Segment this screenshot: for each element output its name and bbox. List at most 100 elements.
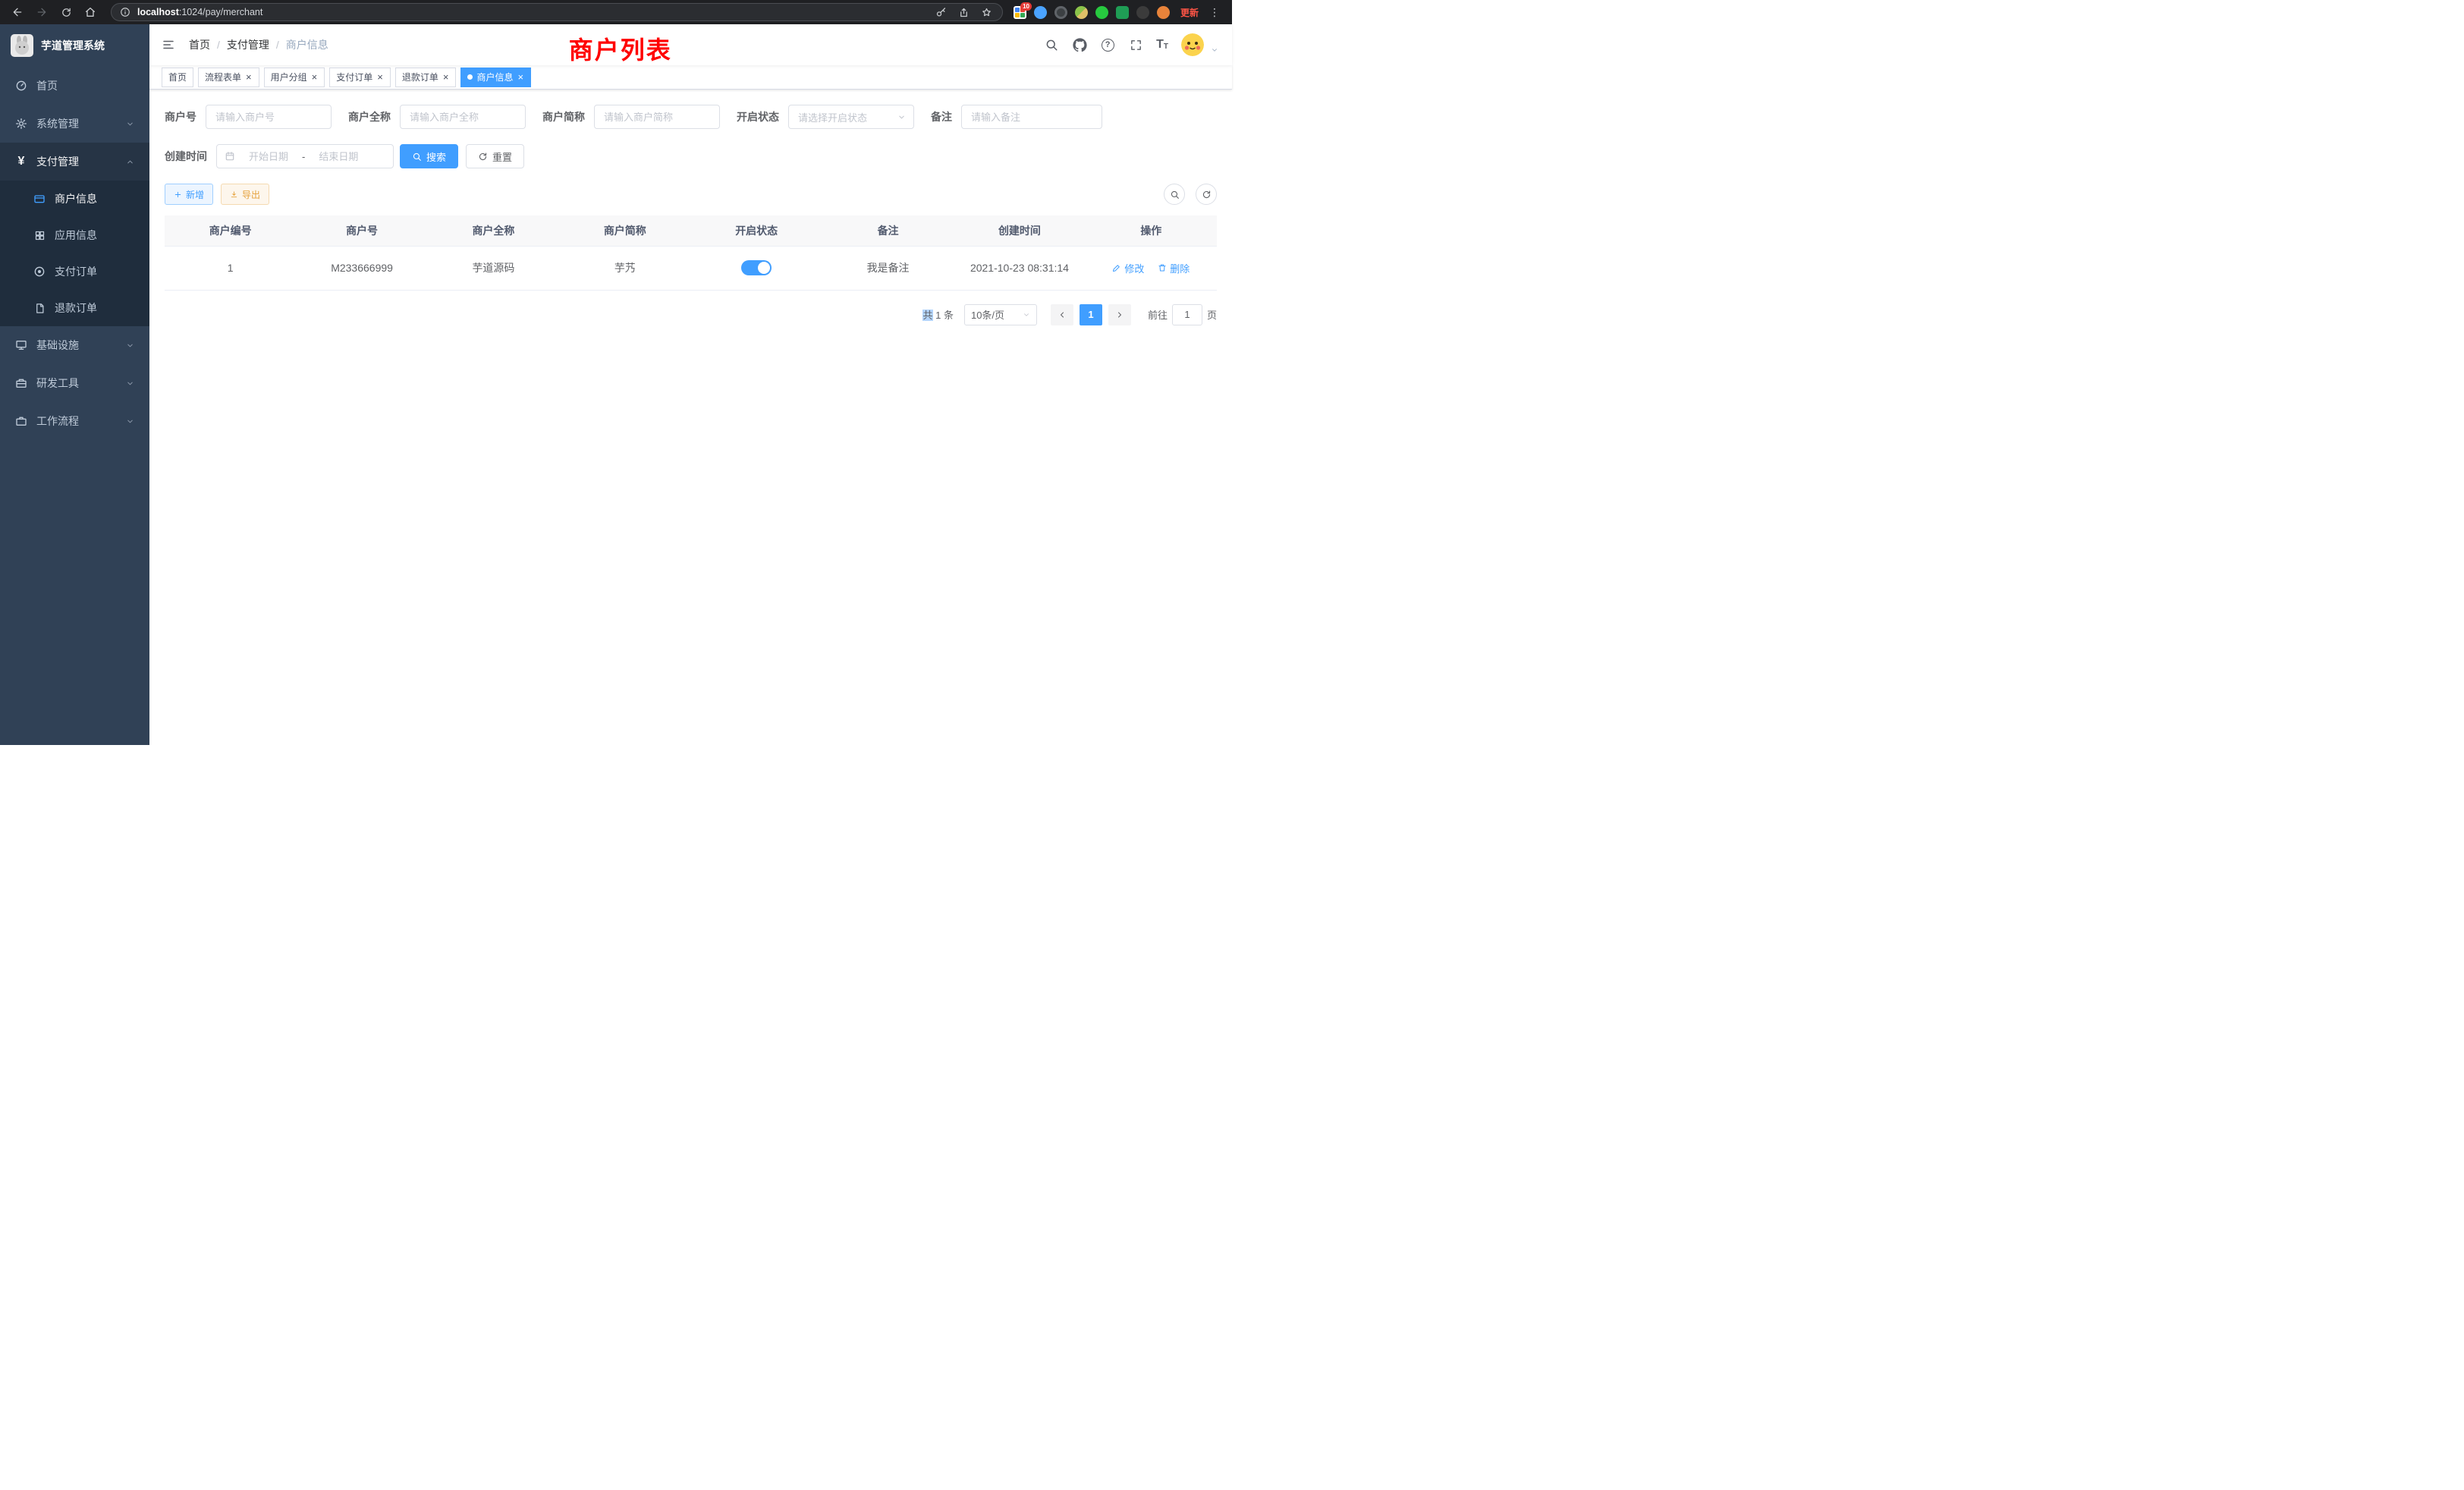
create-time-range-picker[interactable]: - [216, 144, 394, 168]
chevron-up-icon [126, 158, 134, 166]
browser-menu-icon[interactable]: ⋮ [1206, 6, 1223, 19]
export-button[interactable]: 导出 [221, 184, 269, 205]
merchant-no-input[interactable] [206, 105, 332, 129]
yen-icon: ¥ [15, 156, 27, 168]
user-avatar[interactable] [1181, 33, 1204, 56]
edit-button[interactable]: 修改 [1112, 261, 1144, 275]
payment-submenu: 商户信息 应用信息 支付订单 退款订单 [0, 181, 149, 326]
page-annotation: 商户列表 [569, 31, 672, 66]
start-date-input[interactable] [240, 151, 297, 162]
fullscreen-icon[interactable] [1128, 37, 1143, 52]
sidebar-item-app-info[interactable]: 应用信息 [0, 217, 149, 253]
extension-avatar-icon[interactable] [1075, 6, 1088, 19]
tab-home[interactable]: 首页 [162, 68, 193, 87]
sidebar-item-home[interactable]: 首页 [0, 67, 149, 105]
share-icon[interactable] [957, 5, 972, 20]
close-icon[interactable]: × [517, 72, 524, 82]
close-icon[interactable]: × [311, 72, 319, 82]
sidebar-item-label: 系统管理 [36, 116, 79, 131]
back-button[interactable] [8, 2, 27, 22]
search-icon[interactable] [1044, 37, 1059, 52]
date-range-separator: - [302, 151, 305, 162]
sidebar-item-merchant-info[interactable]: 商户信息 [0, 181, 149, 217]
reload-button[interactable] [56, 2, 76, 22]
merchant-no-label: 商户号 [165, 109, 196, 124]
tab-refund-order[interactable]: 退款订单× [395, 68, 457, 87]
sidebar-item-system[interactable]: 系统管理 [0, 105, 149, 143]
cell-merchant-no: M233666999 [296, 246, 427, 290]
export-button-label: 导出 [242, 188, 260, 201]
forward-button[interactable] [32, 2, 52, 22]
col-header-id: 商户编号 [165, 215, 296, 246]
tab-merchant-info[interactable]: 商户信息× [460, 68, 531, 87]
toggle-search-button[interactable] [1164, 184, 1185, 205]
sidebar-item-infrastructure[interactable]: 基础设施 [0, 326, 149, 364]
delete-button[interactable]: 删除 [1158, 261, 1190, 275]
extension-orange-avatar-icon[interactable] [1157, 6, 1170, 19]
password-key-icon[interactable] [934, 5, 949, 20]
extension-drop-icon[interactable] [1034, 6, 1047, 19]
refresh-table-button[interactable] [1196, 184, 1217, 205]
bookmark-star-icon[interactable] [979, 5, 995, 20]
sidebar-item-workflow[interactable]: 工作流程 [0, 402, 149, 440]
sidebar-item-payment[interactable]: ¥ 支付管理 [0, 143, 149, 181]
col-header-actions: 操作 [1086, 215, 1217, 246]
search-button[interactable]: 搜索 [400, 144, 458, 168]
sidebar-item-refund-order[interactable]: 退款订单 [0, 290, 149, 326]
prev-page-button[interactable] [1051, 304, 1073, 325]
breadcrumb-payment[interactable]: 支付管理 [227, 37, 269, 52]
status-select[interactable]: 请选择开启状态 [788, 105, 914, 129]
tab-process-form[interactable]: 流程表单× [198, 68, 259, 87]
page-number-button[interactable]: 1 [1080, 304, 1102, 325]
extension-grid-icon[interactable]: 10 [1014, 6, 1026, 19]
add-button[interactable]: 新增 [165, 184, 213, 205]
breadcrumb-home[interactable]: 首页 [189, 37, 210, 52]
tab-pay-order[interactable]: 支付订单× [329, 68, 391, 87]
help-icon[interactable]: ? [1100, 37, 1115, 52]
status-toggle[interactable] [741, 260, 772, 275]
cell-status [691, 246, 822, 290]
tab-label: 首页 [168, 71, 187, 83]
table-toolbar: 新增 导出 [165, 184, 1217, 205]
github-icon[interactable] [1072, 37, 1087, 52]
user-menu-caret-icon[interactable] [1211, 46, 1218, 56]
next-page-button[interactable] [1108, 304, 1131, 325]
extension-green-circle-icon[interactable] [1095, 6, 1108, 19]
extension-dark-ring-icon[interactable] [1054, 6, 1067, 19]
tags-view: 首页 流程表单× 用户分组 × 支付订单× 退款订单× 商户信息× [149, 65, 1232, 90]
gear-icon [15, 118, 27, 130]
font-size-icon[interactable]: TT [1156, 39, 1168, 51]
extension-dark-icon[interactable] [1136, 6, 1149, 19]
sidebar-item-devtools[interactable]: 研发工具 [0, 364, 149, 402]
home-button[interactable] [80, 2, 100, 22]
url-bar[interactable]: localhost:1024/pay/merchant [111, 3, 1003, 21]
reset-button[interactable]: 重置 [466, 144, 524, 168]
close-icon[interactable]: × [442, 72, 450, 82]
toolbox-icon [15, 377, 27, 389]
merchant-card-icon [33, 193, 46, 205]
short-name-input[interactable] [594, 105, 720, 129]
tab-label: 用户分组 [271, 71, 307, 83]
delete-button-label: 删除 [1170, 261, 1190, 275]
sidebar-item-pay-order[interactable]: 支付订单 [0, 253, 149, 290]
sidebar-logo[interactable]: 芋道管理系统 [0, 24, 149, 67]
full-name-label: 商户全称 [348, 109, 391, 124]
close-icon[interactable]: × [245, 72, 253, 82]
site-info-icon[interactable] [119, 6, 131, 18]
sidebar-toggle-icon[interactable] [156, 32, 181, 58]
merchant-table: 商户编号 商户号 商户全称 商户简称 开启状态 备注 创建时间 操作 1 M23… [165, 215, 1217, 291]
end-date-input[interactable] [310, 151, 367, 162]
close-icon[interactable]: × [376, 72, 384, 82]
reset-button-label: 重置 [492, 149, 512, 164]
full-name-input[interactable] [400, 105, 526, 129]
sidebar-item-label: 工作流程 [36, 413, 79, 429]
filter-full-name: 商户全称 [348, 105, 526, 129]
page-size-select[interactable]: 10条/页 [964, 304, 1037, 325]
remark-input[interactable] [961, 105, 1102, 129]
extension-green-square-icon[interactable] [1116, 6, 1129, 19]
browser-update-button[interactable]: 更新 [1180, 6, 1199, 19]
goto-page-input[interactable] [1172, 304, 1202, 325]
toolbar-right [1164, 184, 1217, 205]
tab-user-group[interactable]: 用户分组 × [264, 68, 325, 87]
logo-avatar [11, 34, 33, 57]
